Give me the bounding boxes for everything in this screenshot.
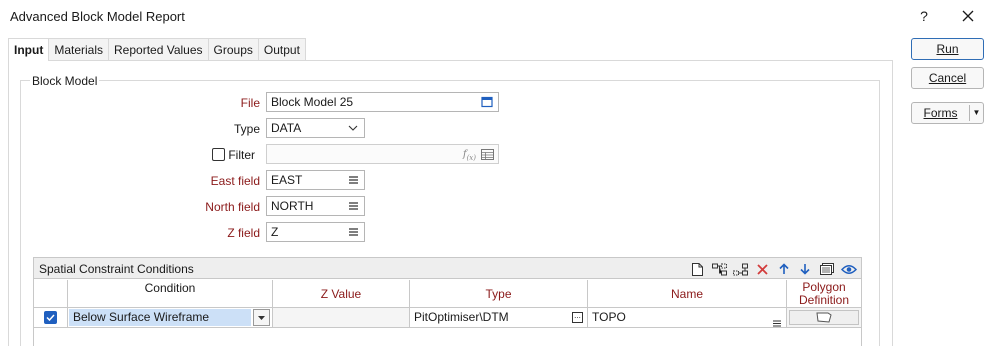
z-field-input[interactable]: Z: [266, 222, 365, 242]
condition-cell[interactable]: Below Surface Wireframe: [68, 308, 273, 328]
check-icon: [46, 314, 55, 321]
list-icon[interactable]: [346, 173, 360, 187]
tab-output[interactable]: Output: [257, 38, 306, 60]
window-title: Advanced Block Model Report: [10, 9, 185, 24]
polygon-button[interactable]: [789, 310, 859, 325]
title-bar: Advanced Block Model Report ?: [0, 0, 993, 32]
row-checkbox-cell: [34, 308, 68, 328]
z-field-label: Z field: [227, 226, 260, 240]
forms-label: Forms: [923, 106, 958, 120]
polygon-icon: [816, 312, 832, 323]
row-checkbox[interactable]: [44, 311, 57, 324]
ellipsis-icon[interactable]: ...: [572, 312, 583, 323]
run-button[interactable]: Run: [911, 38, 984, 60]
run-label: Run: [936, 42, 959, 56]
browse-icon[interactable]: [480, 95, 494, 109]
view-icon[interactable]: [841, 261, 857, 277]
block-model-legend: Block Model: [30, 74, 100, 88]
name-cell[interactable]: TOPO: [588, 308, 787, 328]
type-cell[interactable]: PitOptimiser\DTM ...: [410, 308, 588, 328]
list-icon[interactable]: [346, 199, 360, 213]
name-column-header[interactable]: Name: [588, 280, 787, 308]
filter-label: Filter: [228, 148, 255, 162]
cancel-button[interactable]: Cancel: [911, 67, 984, 89]
cancel-label: Cancel: [928, 71, 967, 85]
tab-input[interactable]: Input: [8, 38, 50, 61]
new-icon[interactable]: [689, 261, 705, 277]
tab-groups[interactable]: Groups: [207, 38, 259, 60]
type-cell-value: PitOptimiser\DTM: [414, 310, 509, 324]
insert-icon[interactable]: [711, 261, 727, 277]
type-value: DATA: [271, 121, 302, 135]
tab-materials[interactable]: Materials: [48, 38, 110, 60]
filter-field[interactable]: f(x): [266, 144, 499, 164]
condition-header-label: Condition: [144, 281, 196, 295]
north-field-label: North field: [205, 200, 260, 214]
forms-dropdown[interactable]: ▼: [969, 105, 983, 121]
close-icon: [962, 10, 974, 22]
move-down-icon[interactable]: [797, 261, 813, 277]
file-field[interactable]: Block Model 25: [266, 92, 499, 112]
zvalue-header-label: Z Value: [320, 287, 362, 301]
spatial-constraint-panel: Spatial Constraint Conditions Condition …: [33, 257, 862, 346]
condition-column-header[interactable]: Condition: [68, 280, 273, 308]
move-up-icon[interactable]: [776, 261, 792, 277]
list-icon[interactable]: [819, 261, 835, 277]
list-icon[interactable]: [773, 314, 781, 333]
polygon-header-line2: Definition: [798, 293, 850, 307]
type-select[interactable]: DATA: [266, 118, 365, 138]
east-field-label: East field: [210, 174, 260, 188]
north-field-value: NORTH: [271, 199, 314, 213]
zvalue-column-header[interactable]: Z Value: [273, 280, 410, 308]
polygon-cell[interactable]: [787, 308, 861, 328]
forms-button[interactable]: Forms ▼: [911, 102, 984, 124]
close-button[interactable]: [952, 4, 984, 28]
condition-value: Below Surface Wireframe: [69, 309, 251, 326]
row-selector-header: [34, 280, 68, 308]
north-field-input[interactable]: NORTH: [266, 196, 365, 216]
name-cell-value: TOPO: [592, 310, 626, 324]
tab-reported-values[interactable]: Reported Values: [108, 38, 209, 60]
condition-dropdown-button[interactable]: [253, 309, 270, 326]
file-value: Block Model 25: [271, 95, 354, 109]
append-icon[interactable]: [732, 261, 748, 277]
type-label: Type: [233, 122, 260, 136]
type-header-label: Type: [485, 287, 512, 301]
dropdown-arrow-icon: [258, 315, 265, 320]
type-column-header[interactable]: Type: [410, 280, 588, 308]
function-icon[interactable]: f(x): [463, 146, 476, 167]
polygon-column-header[interactable]: Polygon Definition: [787, 280, 861, 308]
table-icon[interactable]: [480, 147, 494, 161]
chevron-down-icon: [346, 121, 360, 135]
name-header-label: Name: [670, 287, 703, 301]
east-field-value: EAST: [271, 173, 303, 187]
file-label: File: [240, 96, 260, 110]
delete-icon[interactable]: [754, 261, 770, 277]
east-field-input[interactable]: EAST: [266, 170, 365, 190]
z-field-value: Z: [271, 225, 279, 239]
list-icon[interactable]: [346, 225, 360, 239]
tab-strip: Input Materials Reported Values Groups O…: [8, 38, 306, 61]
help-button[interactable]: ?: [910, 4, 938, 28]
zvalue-cell[interactable]: [273, 308, 410, 328]
